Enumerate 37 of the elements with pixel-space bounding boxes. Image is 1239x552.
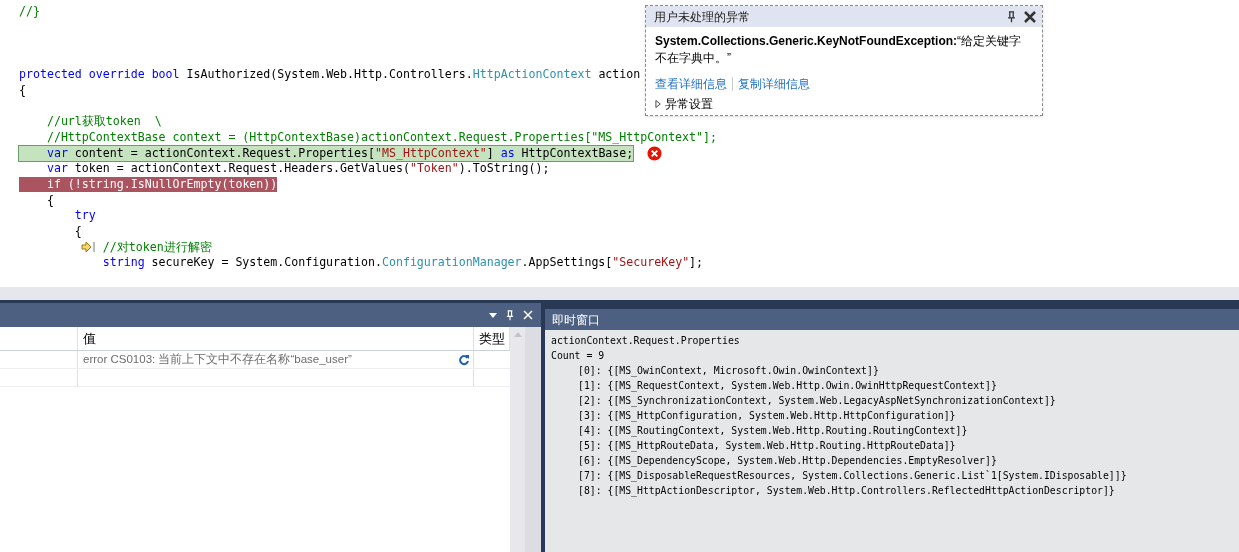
scrollbar[interactable] — [510, 327, 525, 552]
details-link[interactable]: 复制详细信息 — [738, 75, 810, 93]
details-link[interactable]: 查看详细信息 — [655, 75, 727, 93]
code-line: //对token进行解密 — [101, 239, 212, 255]
code-line: //} — [19, 4, 40, 20]
output-line: [2]: {[MS_SynchronizationContext, System.Web.LegacyAspNetSynchronizationContext]} — [578, 395, 1056, 406]
value-cell-text: error CS0103: 当前上下文中不存在名称“base_user” — [83, 351, 353, 367]
output-line: [8]: {[MS_HttpActionDescriptor, System.Web.Http.Controllers.ReflectedHttpActionDescriptor]} — [578, 485, 1115, 496]
code-line: //url获取token \ — [45, 114, 162, 130]
column-header[interactable]: 值 — [78, 327, 474, 350]
pin-icon[interactable] — [1007, 10, 1016, 23]
output-line: [3]: {[MS_HttpConfiguration, System.Web.Http.HttpConfiguration]} — [578, 410, 956, 421]
code-line: protected override bool IsAuthorized(System.Web.Http.Controllers.HttpActionContext action — [19, 67, 641, 83]
dropdown-icon[interactable] — [489, 312, 497, 318]
output-line: [7]: {[MS_DisposableRequestResources, System.Collections.Generic.List`1[System.IDisposable]]} — [578, 470, 1127, 481]
code-line: { — [73, 223, 82, 239]
popup-title: 用户未处理的异常 — [654, 8, 751, 26]
refresh-icon[interactable] — [458, 353, 470, 366]
error-icon — [647, 145, 663, 161]
code-line: { — [19, 82, 26, 98]
panel-title: 即时窗口 — [545, 309, 1239, 330]
output-line: [4]: {[MS_RoutingContext, System.Web.Http.Routing.RoutingContext]} — [578, 425, 968, 436]
code-line: { — [45, 192, 54, 208]
output-line: Count = 9 — [551, 350, 605, 361]
output-line: [6]: {[MS_DependencyScope, System.Web.Http.Dependencies.EmptyResolver]} — [578, 455, 997, 466]
code-line: var token = actionContext.Request.Headers.GetValues("Token").ToString(); — [45, 161, 550, 177]
code-line: try — [73, 208, 96, 224]
output-line: [0]: {[MS_OwinContext, Microsoft.Owin.OwinContext]} — [578, 365, 879, 376]
exception-message: System.Collections.Generic.KeyNotFoundException:“给定关键字不在字典中。” — [655, 33, 1023, 67]
settings-expander[interactable]: 异常设置 — [655, 95, 1033, 113]
close-icon[interactable] — [1024, 10, 1036, 23]
code-line: string secureKey = System.Configuration.ConfigurationManager.AppSettings["SecureKey"]; — [101, 255, 704, 271]
output-line: [1]: {[MS_RequestContext, System.Web.Http.Owin.OwinHttpRequestContext]} — [578, 380, 997, 391]
output-line: [5]: {[MS_HttpRouteData, System.Web.Http.Routing.HttpRouteData]} — [578, 440, 956, 451]
code-line: //HttpContextBase context = (HttpContextBase)actionContext.Request.Properties["MS_HttpContext"]; — [45, 129, 717, 145]
output-line: actionContext.Request.Properties — [551, 335, 740, 346]
caret-icon — [655, 100, 662, 108]
